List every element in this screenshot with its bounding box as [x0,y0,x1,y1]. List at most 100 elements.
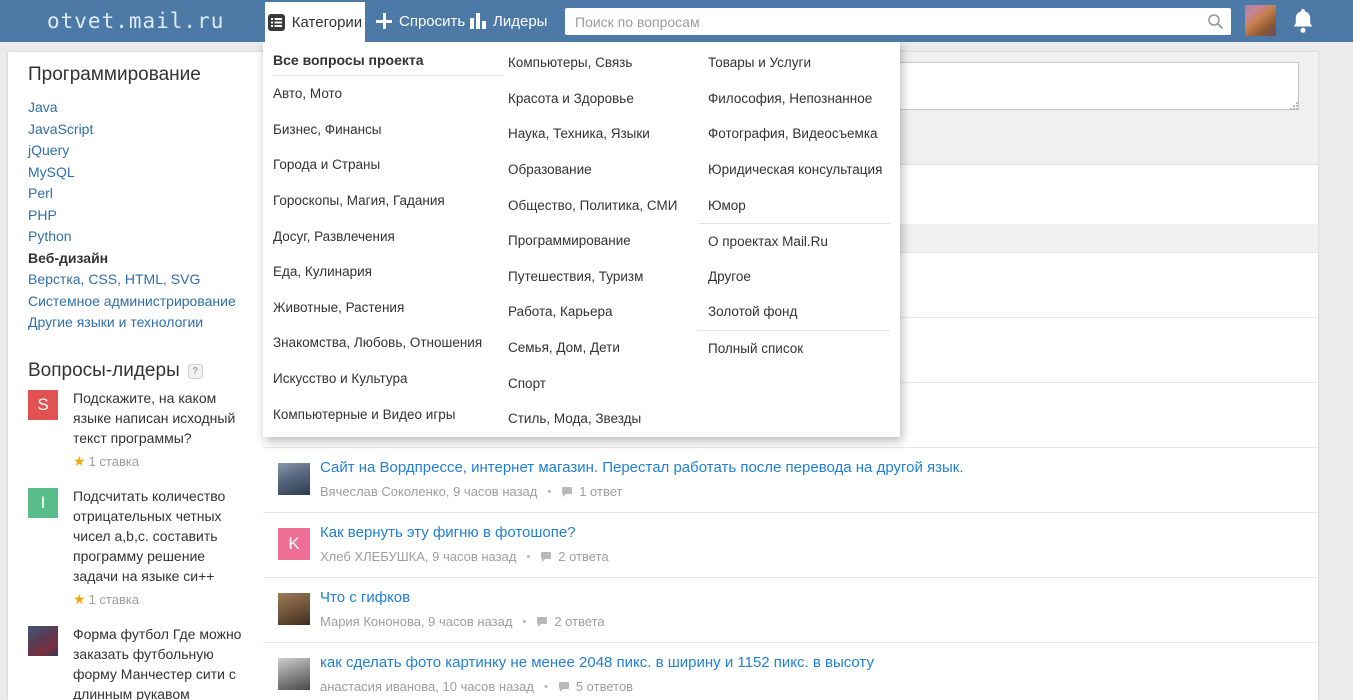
plus-icon [376,13,392,29]
textarea-resize-grip[interactable] [1289,98,1299,110]
dropdown-item[interactable]: Гороскопы, Магия, Гадания [273,183,503,219]
leader-question-link[interactable]: Форма футбол Где можно заказать футбольн… [73,624,243,700]
question-author-time: Вячеслав Соколенко, 9 часов назад [320,484,538,499]
user-avatar[interactable] [1245,5,1276,36]
top-header: otvet.mail.ru Категории Спросить Лидеры [0,0,1353,42]
dropdown-item[interactable]: Животные, Растения [273,290,503,326]
dropdown-item[interactable]: Полный список [698,329,890,366]
dropdown-item[interactable]: Искусство и Культура [273,361,503,397]
sidebar-item-jquery[interactable]: jQuery [28,140,236,162]
answers-count: 5 ответов [575,679,634,694]
dropdown-item[interactable]: Философия, Непознанное [698,81,890,117]
answers-icon [561,486,573,498]
sidebar-item-css-html-svg[interactable]: Верстка, CSS, HTML, SVG [28,269,236,291]
question-author-avatar[interactable] [278,463,310,495]
leader-avatar[interactable]: I [28,488,58,518]
dropdown-item[interactable]: Наука, Техника, Языки [508,116,708,152]
dropdown-item[interactable]: Бизнес, Финансы [273,112,503,148]
meta-separator: • [547,485,552,498]
dropdown-item[interactable]: О проектах Mail.Ru [698,222,890,259]
sidebar-item-javascript[interactable]: JavaScript [28,119,236,141]
dropdown-item[interactable]: Фотография, Видеосъемка [698,116,890,152]
sidebar-item-perl[interactable]: Perl [28,183,236,205]
dropdown-item[interactable]: Компьютеры, Связь [508,45,708,81]
sidebar-item-mysql[interactable]: MySQL [28,162,236,184]
leader-question-link[interactable]: Подскажите, на каком языке написан исход… [73,388,243,448]
answers-icon [558,681,570,693]
sidebar-item-python[interactable]: Python [28,226,236,248]
dropdown-item[interactable]: Юмор [698,187,890,223]
meta-separator: • [526,550,531,563]
question-author-avatar[interactable] [278,593,310,625]
sidebar-item-php[interactable]: PHP [28,205,236,227]
leader-avatar[interactable]: S [28,390,58,420]
dropdown-item[interactable]: Другое [698,259,890,295]
question-author-time: анастасия иванова, 10 часов назад [320,679,534,694]
leader-avatar[interactable] [28,626,58,656]
leader-question-link[interactable]: Подсчитать количество отрицательных четн… [73,486,243,586]
answers-count: 1 ответ [579,484,623,499]
dropdown-item[interactable]: Стиль, Мода, Звезды [508,401,708,437]
sidebar-item-java[interactable]: Java [28,97,236,119]
dropdown-column-1: Все вопросы проекта Авто, Мото Бизнес, Ф… [273,45,503,432]
notifications-bell-icon[interactable] [1292,8,1314,39]
dropdown-item[interactable]: Красота и Здоровье [508,81,708,117]
ask-button[interactable]: Спросить [376,0,465,42]
question-row: как сделать фото картинку не менее 2048 … [263,643,1318,700]
search-box [565,8,1231,35]
star-icon: ★ [73,453,86,469]
dropdown-item[interactable]: Города и Страны [273,147,503,183]
site-logo[interactable]: otvet.mail.ru [47,0,224,42]
question-title-link[interactable]: Сайт на Вордпрессе, интернет магазин. Пе… [320,459,964,476]
sidebar-item-other-langs[interactable]: Другие языки и технологии [28,312,236,334]
meta-separator: • [522,615,527,628]
leader-stake: ★ 1 ставка [73,453,140,469]
question-title-link[interactable]: как сделать фото картинку не менее 2048 … [320,654,874,671]
dropdown-item[interactable]: Общество, Политика, СМИ [508,187,708,223]
sidebar-item-sysadmin[interactable]: Системное администрирование [28,291,236,313]
sidebar-item-current: Веб-дизайн [28,249,109,266]
leaders-button[interactable]: Лидеры [470,0,547,42]
dropdown-item[interactable]: Знакомства, Любовь, Отношения [273,325,503,361]
star-icon: ★ [73,591,86,607]
tab-categories[interactable]: Категории [265,2,365,42]
question-row: Сайт на Вордпрессе, интернет магазин. Пе… [263,448,1318,513]
dropdown-item[interactable]: Юридическая консультация [698,152,890,188]
help-icon[interactable]: ? [187,363,203,379]
dropdown-item[interactable]: Компьютерные и Видео игры [273,396,503,432]
dropdown-item-all[interactable]: Все вопросы проекта [273,45,503,76]
sidebar-category-title: Программирование [28,64,201,85]
sidebar-subcategory-list: Java JavaScript jQuery MySQL Perl PHP Py… [28,97,236,334]
dropdown-item[interactable]: Еда, Кулинария [273,254,503,290]
dropdown-item[interactable]: Спорт [508,365,708,401]
search-icon[interactable] [1207,13,1224,35]
answers-icon [540,551,552,563]
dropdown-item[interactable]: Работа, Карьера [508,294,708,330]
dropdown-item[interactable]: Путешествия, Туризм [508,259,708,295]
leader-stake: ★ 1 ставка [73,591,140,607]
list-icon [267,13,285,31]
question-author-avatar[interactable]: K [278,528,310,560]
question-author-avatar[interactable] [278,658,310,690]
dropdown-item[interactable]: Золотой фонд [698,294,890,330]
leaders-section-title: Вопросы-лидеры ? [28,360,203,382]
answers-icon [536,616,548,628]
dropdown-item[interactable]: Товары и Услуги [698,45,890,81]
leader-question: S Подскажите, на каком языке написан исх… [28,388,243,470]
question-meta: анастасия иванова, 10 часов назад • 5 от… [320,679,633,694]
dropdown-item[interactable]: Образование [508,152,708,188]
search-input[interactable] [565,8,1231,35]
dropdown-item[interactable]: Семья, Дом, Дети [508,330,708,366]
question-meta: Хлеб ХЛЕБУШКА, 9 часов назад • 2 ответа [320,549,609,564]
dropdown-item[interactable]: Программирование [508,223,708,259]
leader-question: Форма футбол Где можно заказать футбольн… [28,624,243,700]
leader-question: I Подсчитать количество отрицательных че… [28,486,243,608]
dropdown-column-2: Компьютеры, Связь Красота и Здоровье Нау… [508,45,708,437]
question-title-link[interactable]: Что с гифков [320,589,410,606]
question-author-time: Мария Кононова, 9 часов назад [320,614,513,629]
dropdown-item[interactable]: Авто, Мото [273,76,503,112]
question-author-time: Хлеб ХЛЕБУШКА, 9 часов назад [320,549,517,564]
question-title-link[interactable]: Как вернуть эту фигню в фотошопе? [320,524,576,541]
dropdown-item[interactable]: Досуг, Развлечения [273,218,503,254]
question-meta: Вячеслав Соколенко, 9 часов назад • 1 от… [320,484,622,499]
